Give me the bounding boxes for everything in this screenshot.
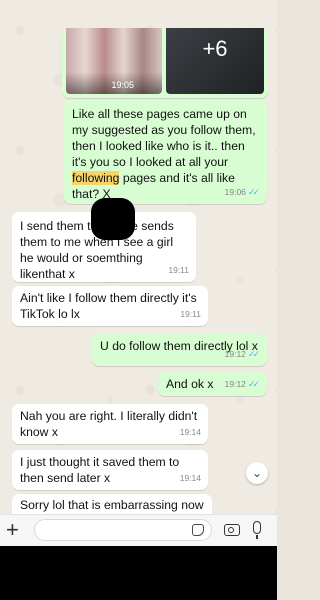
camera-icon[interactable]	[224, 524, 240, 536]
message-time: 19:05	[111, 80, 134, 90]
read-receipt-icon: ✓✓	[247, 379, 260, 389]
message-bubble-incoming[interactable]: Sorry lol that is embarrassing now	[12, 494, 212, 514]
message-text: I just thought it saved them to then sen…	[20, 455, 183, 485]
message-input-bar: +	[0, 514, 277, 547]
message-time: 19:12	[224, 379, 246, 389]
message-bubble-outgoing[interactable]: Like all these pages came up on my sugge…	[64, 100, 267, 204]
message-bubble-incoming[interactable]: Nah you are right. I literally didn't kn…	[12, 404, 208, 444]
more-photos-count: +6	[202, 36, 228, 61]
plus-icon[interactable]: +	[6, 518, 19, 542]
message-meta: 19:14	[180, 470, 201, 486]
message-text: Nah you are right. I literally didn't kn…	[20, 409, 201, 439]
scroll-to-bottom-button[interactable]: ⌄	[246, 462, 268, 484]
message-time: 19:12	[224, 349, 246, 359]
message-meta: 19:06 ✓✓	[225, 184, 260, 200]
message-bubble-outgoing[interactable]: U do follow them directly lol x 19:12 ✓✓	[92, 334, 267, 366]
message-time: 19:14	[179, 427, 201, 437]
redaction-mark	[91, 198, 135, 240]
photo-thumbnail[interactable]: 19:05	[66, 28, 162, 94]
message-text-part: Like all these pages came up on my sugge…	[72, 107, 259, 169]
chevron-down-icon: ⌄	[251, 466, 263, 480]
chat-area[interactable]: 19:05 +6 Like all these pages came up on…	[0, 0, 277, 514]
read-receipt-icon: ✓✓	[247, 349, 260, 359]
message-bubble-incoming[interactable]: I just thought it saved them to then sen…	[12, 450, 208, 490]
message-time: 19:06	[224, 187, 246, 197]
message-meta: 19:12 ✓✓	[225, 376, 260, 392]
message-time: 19:11	[180, 309, 201, 319]
message-meta: 19:14	[180, 424, 201, 440]
message-bubble-incoming[interactable]: Ain't like I follow them directly it's T…	[12, 286, 208, 326]
read-receipt-icon: ✓✓	[247, 187, 260, 197]
microphone-icon[interactable]	[253, 521, 261, 539]
message-text: Sorry lol that is embarrassing now	[20, 498, 204, 512]
message-meta: 19:11	[168, 262, 189, 278]
bottom-bar	[0, 546, 277, 600]
more-photos-thumbnail[interactable]: +6	[166, 28, 264, 94]
message-input[interactable]	[34, 519, 212, 541]
message-time: 19:11	[168, 265, 189, 275]
message-time: 19:14	[179, 473, 201, 483]
media-album-message[interactable]: 19:05 +6	[62, 28, 268, 98]
message-meta: 19:12 ✓✓	[225, 346, 260, 362]
message-bubble-outgoing[interactable]: And ok x 19:12 ✓✓	[158, 372, 267, 396]
sticker-icon[interactable]	[192, 524, 204, 536]
message-meta: 19:11	[180, 306, 201, 322]
message-text: Ain't like I follow them directly it's T…	[20, 291, 200, 321]
search-highlight: following	[72, 171, 120, 185]
